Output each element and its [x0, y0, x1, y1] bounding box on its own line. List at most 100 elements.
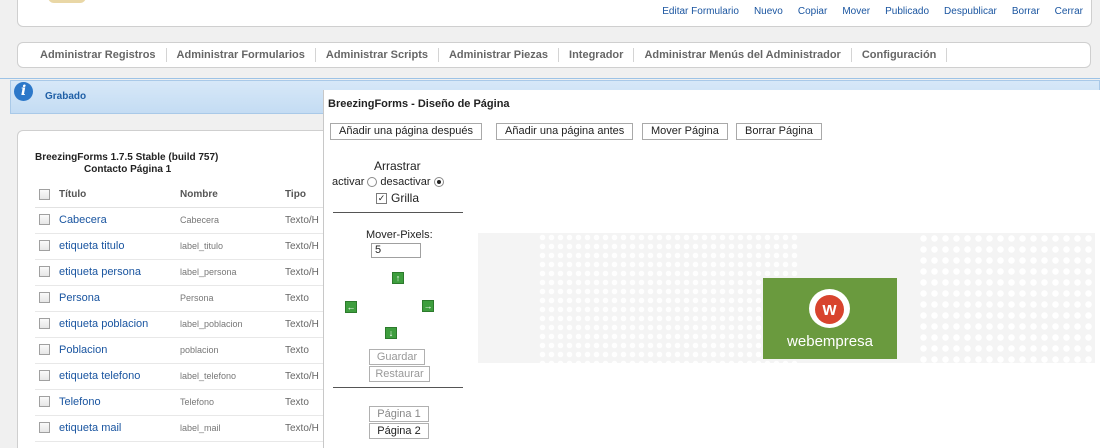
- arrow-right-icon[interactable]: →: [422, 300, 434, 312]
- new-link[interactable]: Nuevo: [754, 6, 783, 17]
- row-name: Cabecera: [180, 207, 285, 234]
- arrow-down-icon[interactable]: ↓: [385, 327, 397, 339]
- activate-label: activar: [332, 176, 365, 188]
- page-2-button[interactable]: Página 2: [369, 423, 429, 439]
- row-checkbox[interactable]: [39, 214, 50, 226]
- message-text: Grabado: [45, 91, 87, 102]
- version-label: BreezingForms 1.7.5 Stable (build 757): [35, 152, 219, 163]
- brand-logo: [103, 0, 233, 1]
- top-toolbar: Editar Formulario Nuevo Copiar Mover Pub…: [17, 0, 1092, 27]
- table-row: Telefono Telefono Texto: [35, 389, 335, 416]
- row-name: poblacion: [180, 337, 285, 364]
- menu-item-pieces[interactable]: Administrar Piezas: [439, 48, 560, 62]
- main-menu: Administrar Registros Administrar Formul…: [17, 42, 1091, 68]
- row-checkbox[interactable]: [39, 344, 50, 356]
- brand-image[interactable]: w webempresa: [763, 278, 897, 359]
- background-pattern: [918, 233, 1095, 363]
- table-row: etiqueta poblacion label_poblacion Texto…: [35, 311, 335, 338]
- dialog-title: BreezingForms - Diseño de Página: [328, 98, 510, 110]
- menu-item-records[interactable]: Administrar Registros: [30, 48, 167, 62]
- table-row: etiqueta telefono label_telefono Texto/H: [35, 363, 335, 390]
- row-title-link[interactable]: Persona: [59, 292, 100, 304]
- add-page-before-button[interactable]: Añadir una página antes: [496, 123, 634, 140]
- elements-table: Título Nombre Tipo Cabecera Cabecera Tex…: [35, 182, 335, 442]
- page-canvas[interactable]: w webempresa: [478, 233, 1095, 363]
- page-1-button[interactable]: Página 1: [369, 406, 429, 422]
- menu-item-integrator[interactable]: Integrador: [559, 48, 635, 62]
- table-row: Persona Persona Texto: [35, 285, 335, 312]
- brand-mark: w: [815, 295, 844, 324]
- edit-form-link[interactable]: Editar Formulario: [662, 6, 739, 17]
- menu-item-scripts[interactable]: Administrar Scripts: [316, 48, 439, 62]
- divider: [0, 78, 1100, 79]
- save-button[interactable]: Guardar: [369, 349, 425, 365]
- divider: [333, 387, 463, 388]
- row-name: label_mail: [180, 415, 285, 442]
- row-name: label_telefono: [180, 363, 285, 390]
- activate-radio[interactable]: [367, 177, 378, 187]
- form-heading: BreezingForms 1.7.5 Stable (build 757) C…: [35, 152, 218, 176]
- row-title-link[interactable]: Poblacion: [59, 344, 107, 356]
- row-name: label_titulo: [180, 233, 285, 260]
- table-row: Poblacion poblacion Texto: [35, 337, 335, 364]
- row-checkbox[interactable]: [39, 292, 50, 304]
- table-row: etiqueta persona label_persona Texto/H: [35, 259, 335, 286]
- row-checkbox[interactable]: [39, 370, 50, 382]
- deactivate-label: desactivar: [380, 176, 431, 188]
- select-all-checkbox[interactable]: [39, 188, 50, 200]
- row-title-link[interactable]: etiqueta mail: [59, 422, 121, 434]
- delete-link[interactable]: Borrar: [1012, 6, 1040, 17]
- brand-name: webempresa: [787, 333, 873, 350]
- copy-link[interactable]: Copiar: [798, 6, 827, 17]
- brand-logo-icon: w: [809, 289, 850, 328]
- page-label: Contacto Página 1: [84, 164, 172, 175]
- close-link[interactable]: Cerrar: [1055, 6, 1083, 17]
- grid-label: Grilla: [391, 191, 420, 205]
- row-title-link[interactable]: etiqueta persona: [59, 266, 141, 278]
- row-name: label_poblacion: [180, 311, 285, 338]
- table-row: etiqueta mail label_mail Texto/H: [35, 415, 335, 442]
- info-icon: i: [14, 82, 33, 101]
- move-link[interactable]: Mover: [842, 6, 870, 17]
- restore-button[interactable]: Restaurar: [369, 366, 430, 382]
- column-name[interactable]: Nombre: [180, 182, 285, 208]
- menu-item-admin-menus[interactable]: Administrar Menús del Administrador: [634, 48, 852, 62]
- row-checkbox[interactable]: [39, 318, 50, 330]
- menu-item-configuration[interactable]: Configuración: [852, 48, 948, 62]
- move-pixels-input[interactable]: 5: [371, 243, 421, 258]
- logo-icon: [48, 0, 86, 3]
- toolbar-links: Editar Formulario Nuevo Copiar Mover Pub…: [662, 6, 1083, 17]
- row-checkbox[interactable]: [39, 396, 50, 408]
- table-row: Cabecera Cabecera Texto/H: [35, 207, 335, 234]
- page-designer-dialog: BreezingForms - Diseño de Página Añadir …: [323, 90, 1100, 448]
- row-checkbox[interactable]: [39, 266, 50, 278]
- publish-link[interactable]: Publicado: [885, 6, 929, 17]
- background-pattern: [538, 233, 798, 363]
- table-header: Título Nombre Tipo: [35, 182, 335, 208]
- row-checkbox[interactable]: [39, 240, 50, 252]
- row-name: Persona: [180, 285, 285, 312]
- arrow-left-icon[interactable]: ←: [345, 301, 357, 313]
- column-title[interactable]: Título: [59, 182, 180, 208]
- menu-item-forms[interactable]: Administrar Formularios: [167, 48, 316, 62]
- drag-toggle: activar desactivar: [332, 176, 444, 188]
- divider: [333, 212, 463, 213]
- deactivate-radio[interactable]: [433, 177, 444, 187]
- drag-label: Arrastrar: [374, 159, 421, 173]
- row-title-link[interactable]: etiqueta poblacion: [59, 318, 148, 330]
- row-title-link[interactable]: Cabecera: [59, 214, 107, 226]
- arrow-up-icon[interactable]: ↑: [392, 272, 404, 284]
- add-page-after-button[interactable]: Añadir una página después: [330, 123, 482, 140]
- grid-checkbox[interactable]: ✓: [376, 192, 387, 204]
- grid-toggle: ✓ Grilla: [376, 191, 419, 205]
- move-pixels-label: Mover-Pixels:: [366, 229, 433, 241]
- row-checkbox[interactable]: [39, 422, 50, 434]
- row-name: Telefono: [180, 389, 285, 416]
- move-page-button[interactable]: Mover Página: [642, 123, 728, 140]
- row-title-link[interactable]: etiqueta titulo: [59, 240, 124, 252]
- unpublish-link[interactable]: Despublicar: [944, 6, 997, 17]
- row-name: label_persona: [180, 259, 285, 286]
- row-title-link[interactable]: Telefono: [59, 396, 101, 408]
- delete-page-button[interactable]: Borrar Página: [736, 123, 822, 140]
- row-title-link[interactable]: etiqueta telefono: [59, 370, 140, 382]
